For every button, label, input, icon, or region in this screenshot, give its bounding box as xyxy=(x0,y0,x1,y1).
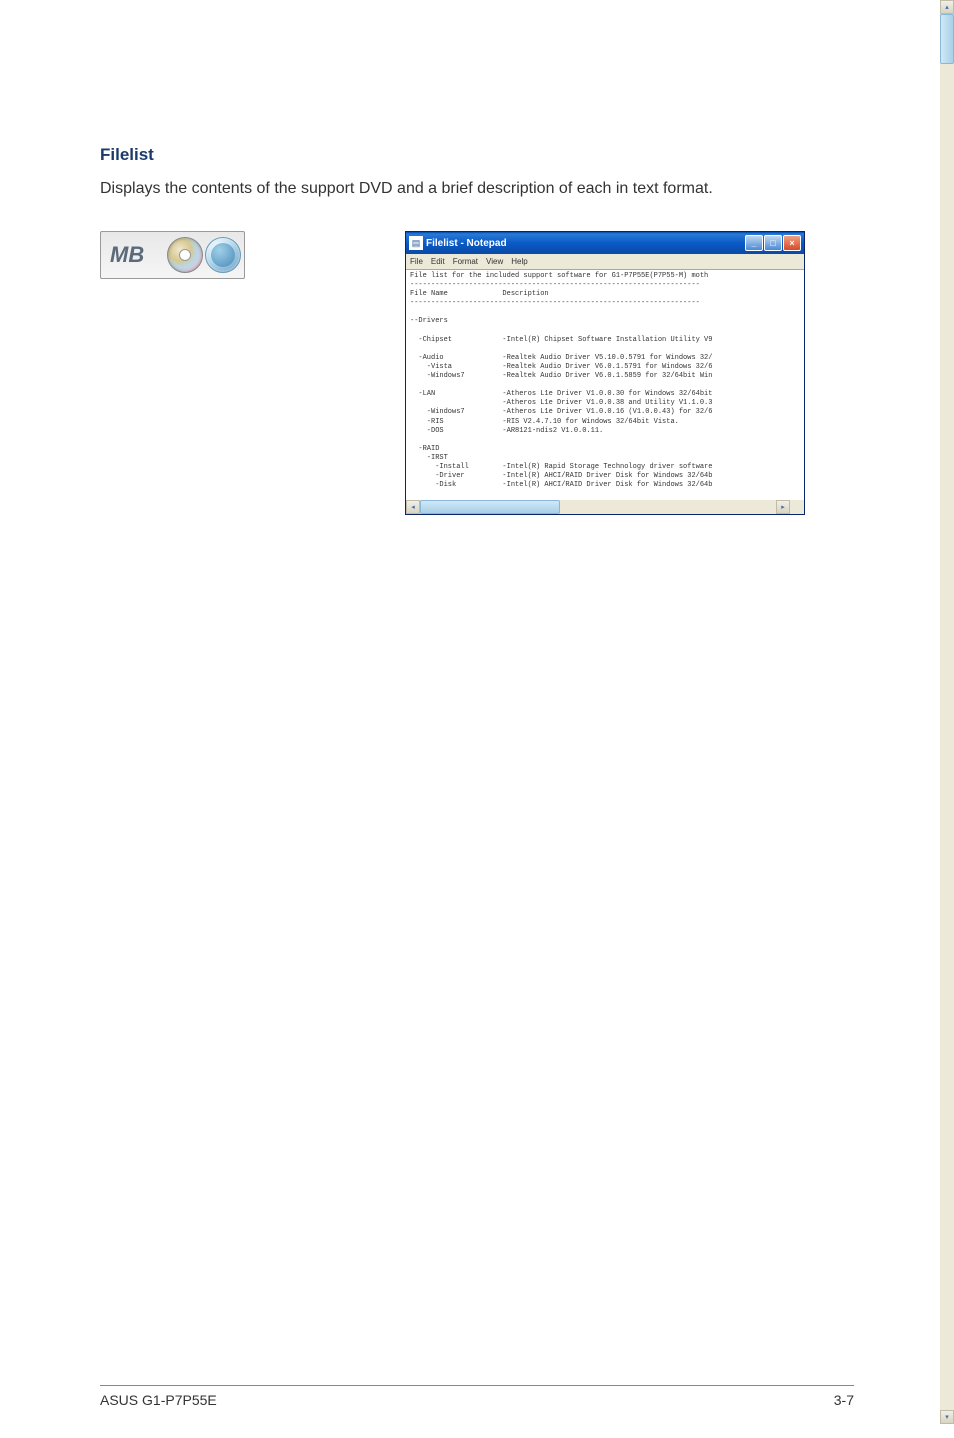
scroll-left-arrow-icon[interactable]: ◂ xyxy=(406,500,420,514)
notepad-app-icon: ▤ xyxy=(409,236,423,250)
notepad-titlebar: ▤ Filelist - Notepad _ □ × xyxy=(406,232,804,254)
horizontal-scroll-thumb[interactable] xyxy=(420,500,560,514)
file-list-header: File list for the included support softw… xyxy=(410,272,708,280)
scroll-corner xyxy=(790,500,804,514)
section-title: Filelist xyxy=(100,145,854,165)
notepad-content[interactable]: File list for the included support softw… xyxy=(406,270,716,500)
maximize-button[interactable]: □ xyxy=(764,235,782,251)
scroll-right-arrow-icon[interactable]: ▸ xyxy=(776,500,790,514)
window-buttons: _ □ × xyxy=(745,235,801,251)
menu-format[interactable]: Format xyxy=(453,257,478,266)
scroll-down-arrow-icon[interactable]: ▾ xyxy=(940,1410,954,1424)
footer-product: ASUS G1-P7P55E xyxy=(100,1392,217,1408)
content-row: MB ▤ Filelist - Notepad _ □ × File Edit … xyxy=(100,231,854,515)
mb-label: MB xyxy=(104,242,165,268)
dvd-icon-box: MB xyxy=(100,231,245,279)
footer-page-number: 3-7 xyxy=(834,1392,854,1408)
menu-view[interactable]: View xyxy=(486,257,503,266)
section-description: Displays the contents of the support DVD… xyxy=(100,177,854,201)
notepad-menubar: File Edit Format View Help xyxy=(406,254,804,270)
menu-help[interactable]: Help xyxy=(511,257,527,266)
menu-file[interactable]: File xyxy=(410,257,423,266)
notepad-window-wrapper: ▤ Filelist - Notepad _ □ × File Edit For… xyxy=(405,231,805,515)
column-header-filename: File Name xyxy=(410,290,448,298)
horizontal-scrollbar[interactable]: ◂ ▸ xyxy=(406,500,790,514)
notepad-window: ▤ Filelist - Notepad _ □ × File Edit For… xyxy=(405,231,805,515)
page-footer: ASUS G1-P7P55E 3-7 xyxy=(100,1385,854,1408)
notepad-title: Filelist - Notepad xyxy=(426,238,742,249)
column-header-description: Description xyxy=(502,290,548,298)
step-badge xyxy=(205,237,241,273)
scroll-up-arrow-icon[interactable]: ▴ xyxy=(940,0,954,14)
vertical-scrollbar[interactable]: ▴ ▾ xyxy=(940,0,954,1424)
file-tree-text: --Drivers -Chipset -Intel(R) Chipset Sof… xyxy=(410,317,712,489)
disc-icon xyxy=(167,237,203,273)
minimize-button[interactable]: _ xyxy=(745,235,763,251)
close-button[interactable]: × xyxy=(783,235,801,251)
menu-edit[interactable]: Edit xyxy=(431,257,445,266)
vertical-scroll-thumb[interactable] xyxy=(940,14,954,64)
